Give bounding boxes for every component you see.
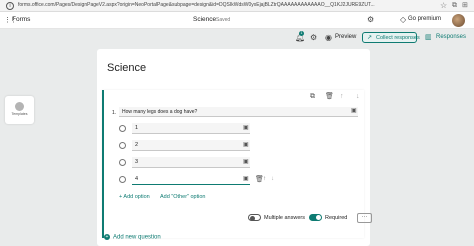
plus-circle-icon: + bbox=[104, 234, 110, 240]
multiple-answers-toggle[interactable] bbox=[248, 214, 261, 221]
toggle-knob bbox=[250, 215, 255, 221]
option-text: 1 bbox=[135, 125, 139, 131]
extensions-icon[interactable]: ⧉ bbox=[452, 1, 457, 10]
add-option-button[interactable]: + Add option bbox=[119, 194, 150, 200]
option-image-icon[interactable]: ▣ bbox=[243, 176, 249, 183]
form-toolbar: 🔔︎ 1 ⚙ ◉ Preview ↗ Collect responses ▥ R… bbox=[0, 29, 474, 47]
info-icon[interactable]: i bbox=[6, 2, 14, 10]
option-input-active[interactable]: 4 bbox=[132, 174, 250, 185]
option-move-down-icon[interactable]: ↓ bbox=[271, 175, 274, 184]
add-new-question-label: Add new question bbox=[113, 234, 161, 241]
option-text: 3 bbox=[135, 159, 139, 165]
themes-label: Templates bbox=[11, 112, 28, 116]
forms-app-bar: ⋮⋮ Forms Science - Saved ⚙ ◇ Go premium bbox=[0, 12, 474, 29]
themes-button[interactable]: Templates bbox=[5, 96, 34, 124]
settings-gear-icon[interactable]: ⚙ bbox=[367, 15, 374, 24]
collect-responses-button[interactable]: ↗ Collect responses bbox=[362, 32, 420, 43]
responses-chart-icon[interactable]: ▥ bbox=[425, 33, 432, 42]
move-up-icon[interactable]: ↑ bbox=[340, 93, 344, 101]
insert-media-icon[interactable]: ▣ bbox=[351, 107, 357, 115]
question-text-input[interactable]: How many legs does a dog have? bbox=[119, 107, 358, 117]
form-settings-icon[interactable]: ⚙ bbox=[310, 33, 317, 42]
responses-tab[interactable]: Responses bbox=[436, 34, 466, 40]
toggle-knob bbox=[316, 215, 321, 220]
move-down-icon[interactable]: ↓ bbox=[356, 93, 360, 101]
question-text: How many legs does a dog have? bbox=[122, 109, 198, 115]
radio-button bbox=[119, 142, 126, 149]
option-image-icon[interactable]: ▣ bbox=[243, 125, 249, 132]
notification-badge: 1 bbox=[299, 31, 304, 36]
form-card: Science ⧉ 🗑︎ ↑ ↓ 1. How many legs does a… bbox=[97, 49, 372, 246]
question-number: 1. bbox=[112, 110, 117, 116]
form-title[interactable]: Science bbox=[107, 62, 146, 74]
option-text: 2 bbox=[135, 142, 139, 148]
option-move-up-icon[interactable]: ↑ bbox=[263, 175, 266, 184]
option-text: 4 bbox=[135, 176, 139, 182]
collections-icon[interactable]: ⊞ bbox=[462, 1, 468, 10]
option-row: 3 ▣ bbox=[104, 157, 366, 169]
preview-button[interactable]: Preview bbox=[335, 34, 356, 40]
question-card[interactable]: ⧉ 🗑︎ ↑ ↓ 1. How many legs does a dog hav… bbox=[102, 90, 372, 238]
option-input[interactable]: 1 bbox=[132, 123, 250, 134]
favorite-star-icon[interactable]: ☆ bbox=[440, 1, 447, 10]
title-separator: - bbox=[211, 16, 213, 22]
option-input[interactable]: 2 bbox=[132, 140, 250, 151]
save-status: Saved bbox=[216, 17, 231, 23]
multiple-answers-label: Multiple answers bbox=[264, 215, 305, 221]
option-input[interactable]: 3 bbox=[132, 157, 250, 168]
radio-button bbox=[119, 159, 126, 166]
premium-diamond-icon: ◇ bbox=[400, 15, 407, 24]
required-label: Required bbox=[325, 215, 348, 221]
add-other-option-button[interactable]: Add "Other" option bbox=[160, 194, 206, 200]
preview-eye-icon[interactable]: ◉ bbox=[325, 33, 332, 42]
form-header[interactable]: Science bbox=[97, 49, 370, 89]
option-row: 4 ▣ 🗑︎ ↑ ↓ bbox=[104, 174, 366, 186]
more-options-icon[interactable]: ··· bbox=[357, 213, 372, 223]
collect-responses-label: Collect responses bbox=[376, 35, 420, 41]
copy-question-icon[interactable]: ⧉ bbox=[310, 93, 315, 101]
radio-button bbox=[119, 176, 126, 183]
url-text[interactable]: forms.office.com/Pages/DesignPageV2.aspx… bbox=[18, 2, 438, 8]
option-row: 2 ▣ bbox=[104, 140, 366, 152]
share-link-icon: ↗ bbox=[367, 35, 373, 41]
browser-address-bar[interactable]: i forms.office.com/Pages/DesignPageV2.as… bbox=[0, 0, 474, 12]
radio-button bbox=[119, 125, 126, 132]
option-row: 1 ▣ bbox=[104, 123, 366, 135]
user-avatar[interactable] bbox=[452, 14, 465, 27]
option-image-icon[interactable]: ▣ bbox=[243, 159, 249, 166]
add-new-question-button[interactable]: + Add new question bbox=[104, 234, 161, 241]
option-image-icon[interactable]: ▣ bbox=[243, 142, 249, 149]
app-name[interactable]: Forms bbox=[12, 16, 30, 23]
delete-question-icon[interactable]: 🗑︎ bbox=[325, 93, 334, 101]
required-toggle[interactable] bbox=[309, 214, 322, 221]
palette-icon bbox=[15, 102, 24, 111]
go-premium-link[interactable]: Go premium bbox=[408, 16, 441, 22]
